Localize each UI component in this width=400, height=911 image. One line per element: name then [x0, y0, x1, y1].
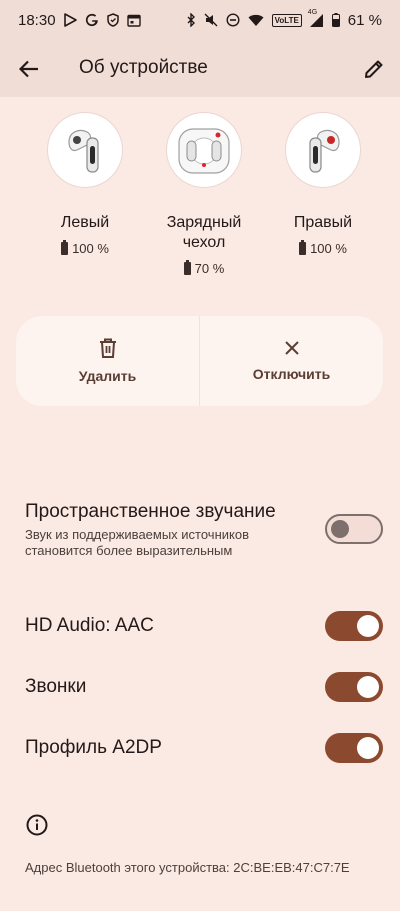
left-earbud-image [48, 113, 122, 187]
device-case-battery: 70 % [144, 260, 264, 276]
battery-icon [299, 240, 307, 255]
network-type: 4G [307, 8, 318, 16]
volte-badge: VoLTE [271, 13, 302, 27]
right-earbud-image [286, 113, 360, 187]
signal-icon: 4G [308, 9, 324, 27]
app-bar: Об устройстве [0, 40, 400, 97]
calendar-icon [126, 14, 141, 27]
shield-icon [106, 13, 119, 27]
edit-button[interactable] [359, 54, 389, 84]
play-store-icon [63, 13, 77, 27]
remove-device-label: Удалить [78, 368, 137, 384]
battery-icon [183, 260, 191, 275]
device-left-battery: 100 % [25, 240, 145, 256]
charging-case-image [167, 113, 241, 187]
info-icon [26, 814, 48, 836]
actions-card: Удалить Отключить [16, 316, 383, 406]
calls-toggle[interactable] [325, 672, 383, 702]
device-left: Левый 100 % [25, 113, 145, 256]
page-title: Об устройстве [79, 57, 208, 78]
wifi-icon [248, 14, 264, 27]
spatial-audio-subtitle: Звук из поддерживаемых источников станов… [25, 527, 249, 558]
battery-icon [331, 13, 340, 27]
device-right-name: Правый [293, 214, 353, 231]
disconnect-label: Отключить [252, 366, 331, 382]
do-not-disturb-icon [226, 13, 240, 27]
remove-device-button[interactable]: Удалить [16, 316, 199, 406]
device-right: Правый 100 % [263, 113, 383, 256]
battery-icon [61, 240, 69, 255]
device-left-name: Левый [60, 214, 110, 231]
pencil-icon [365, 60, 383, 78]
device-case-name: Зарядный чехол [166, 214, 242, 251]
device-right-battery: 100 % [263, 240, 383, 256]
status-bar: 18:30 VoLTE 4G 61 % [0, 0, 400, 40]
trash-icon [99, 338, 116, 358]
toggle-knob [331, 520, 349, 538]
close-icon [284, 341, 299, 355]
back-button[interactable] [14, 54, 44, 84]
battery-percent: 61 % [347, 11, 382, 29]
toggle-knob [357, 737, 379, 759]
toggle-knob [357, 676, 379, 698]
spatial-audio-toggle[interactable] [325, 514, 383, 544]
hd-audio-toggle[interactable] [325, 611, 383, 641]
mute-icon [204, 13, 218, 27]
device-case: Зарядный чехол 70 % [144, 113, 264, 276]
bluetooth-address: Адрес Bluetooth этого устройства: 2C:BE:… [25, 860, 350, 875]
toggle-knob [357, 615, 379, 637]
arrow-back-icon [19, 60, 38, 78]
a2dp-toggle[interactable] [325, 733, 383, 763]
bluetooth-icon [186, 13, 196, 27]
disconnect-button[interactable]: Отключить [199, 316, 383, 406]
google-icon [85, 13, 99, 27]
status-time: 18:30 [18, 11, 56, 29]
